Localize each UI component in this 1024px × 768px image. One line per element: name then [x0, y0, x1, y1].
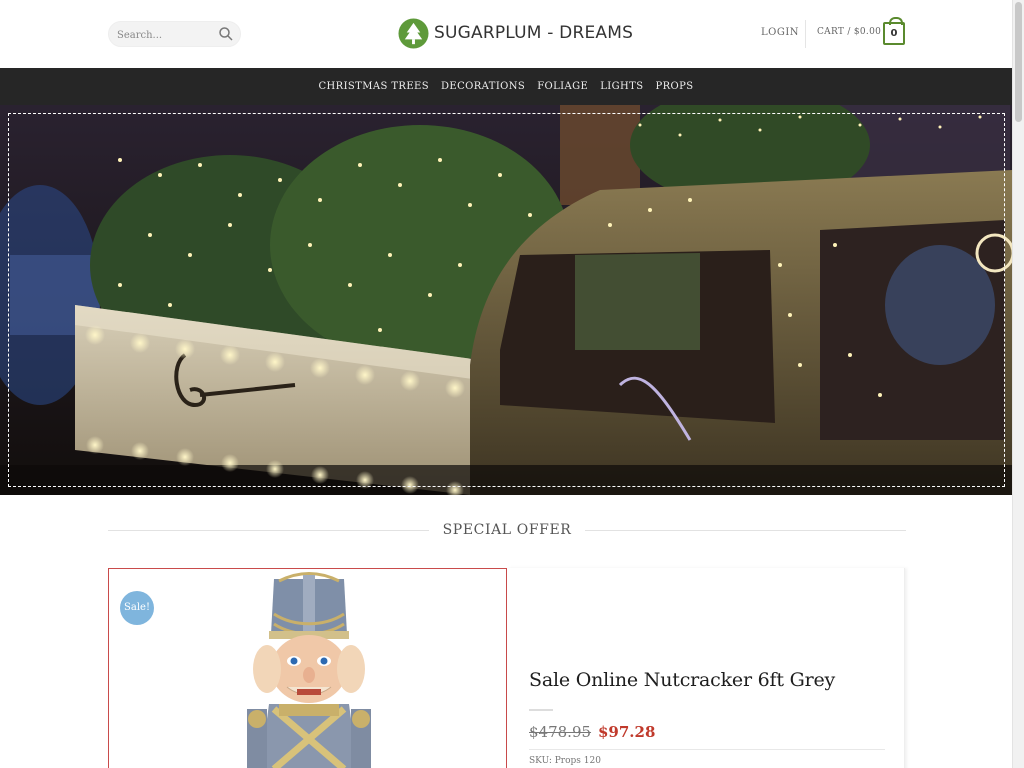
site-header: SUGARPLUM - DREAMS LOGIN CART / $0.00 0	[0, 0, 1012, 68]
nav-props[interactable]: PROPS	[655, 81, 693, 92]
sale-price: $97.28	[598, 723, 656, 741]
product-image-card[interactable]: Sale!	[108, 568, 507, 768]
site-logo[interactable]: SUGARPLUM - DREAMS	[398, 16, 633, 50]
product-title[interactable]: Sale Online Nutcracker 6ft Grey	[529, 669, 835, 691]
hero-banner[interactable]	[0, 105, 1012, 495]
tree-logo-icon	[398, 17, 429, 49]
nav-foliage[interactable]: FOLIAGE	[537, 81, 588, 92]
sale-badge: Sale!	[120, 591, 154, 625]
product-info-panel: Sale Online Nutcracker 6ft Grey $478.95 …	[507, 568, 905, 768]
cart-bag-icon[interactable]: 0	[883, 17, 905, 45]
title-divider	[529, 709, 553, 711]
logo-text: SUGARPLUM - DREAMS	[434, 23, 634, 43]
heading-rule-left	[108, 529, 429, 531]
nav-christmas-trees[interactable]: CHRISTMAS TREES	[318, 81, 429, 92]
scrollbar-thumb[interactable]	[1015, 2, 1022, 122]
search-box[interactable]	[108, 21, 241, 47]
nutcracker-image	[247, 572, 371, 768]
login-link[interactable]: LOGIN	[761, 27, 799, 38]
main-nav: CHRISTMAS TREES DECORATIONS FOLIAGE LIGH…	[0, 68, 1012, 105]
product-sku: SKU: Props 120	[529, 756, 601, 766]
header-divider	[805, 20, 806, 48]
cart-link[interactable]: CART / $0.00	[817, 27, 881, 37]
nav-lights[interactable]: LIGHTS	[600, 81, 643, 92]
section-title-text: SPECIAL OFFER	[442, 522, 572, 538]
original-price: $478.95	[529, 723, 592, 741]
search-input[interactable]	[117, 26, 217, 44]
heading-rule-right	[585, 529, 907, 531]
search-icon[interactable]	[218, 26, 234, 42]
page-scrollbar[interactable]	[1012, 0, 1024, 768]
special-offer-heading: SPECIAL OFFER	[108, 520, 907, 540]
nav-decorations[interactable]: DECORATIONS	[441, 81, 525, 92]
price-divider	[529, 749, 885, 750]
hero-image	[0, 105, 1012, 495]
